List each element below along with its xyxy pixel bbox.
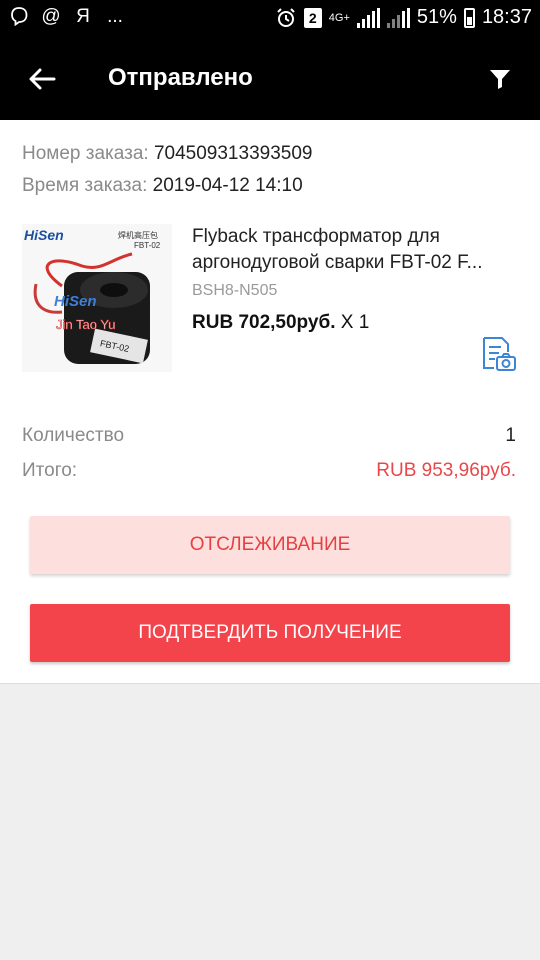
- arrow-left-icon: [29, 68, 56, 90]
- image-logo-text: HiSen: [54, 293, 97, 310]
- receipt-photo-button[interactable]: [478, 334, 518, 374]
- order-time-value: 2019-04-12 14:10: [152, 175, 303, 196]
- image-cn-text: 焊机高压包: [118, 230, 158, 240]
- order-time-label: Время заказа:: [22, 175, 153, 196]
- product-thumbnail[interactable]: HiSen 焊机高压包 FBT-02 HiSen Jin Tao Yu FBT-…: [22, 224, 172, 372]
- quantity-row: Количество 1: [22, 425, 516, 447]
- image-model-text: FBT-02: [134, 241, 161, 250]
- signal-strength-2-icon: [386, 7, 410, 28]
- order-time-row: Время заказа: 2019-04-12 14:10: [22, 175, 303, 197]
- product-price-row: RUB 702,50руб. X 1: [192, 312, 522, 334]
- order-card: Номер заказа: 704509313393509 Время зака…: [0, 120, 540, 684]
- battery-percent: 51%: [416, 6, 457, 28]
- back-button[interactable]: [22, 59, 62, 99]
- battery-icon: [463, 7, 475, 28]
- order-number-label: Номер заказа:: [22, 143, 154, 164]
- quantity-label: Количество: [22, 425, 125, 446]
- at-sign-icon: @: [41, 6, 61, 27]
- yandex-icon: Я: [76, 6, 90, 27]
- alarm-clock-icon: [275, 7, 297, 29]
- receipt-camera-icon: [483, 337, 516, 371]
- filter-icon: [490, 70, 510, 89]
- product-info: Flyback трансформатор для аргонодуговой …: [192, 224, 522, 334]
- product-photo: HiSen 焊机高压包 FBT-02 HiSen Jin Tao Yu FBT-…: [22, 224, 172, 372]
- signal-strength-icon: [356, 7, 380, 28]
- product-quantity: X 1: [340, 312, 370, 333]
- image-watermark-text: Jin Tao Yu: [56, 317, 116, 332]
- status-bar: @ Я ... 2 4G+ 51% 18:37: [0, 0, 540, 38]
- clock: 18:37: [481, 6, 532, 28]
- page-title: Отправлено: [108, 64, 253, 91]
- total-row: Итого: RUB 953,96руб.: [22, 460, 516, 482]
- notification-count-badge: 2: [303, 7, 322, 28]
- image-brand-text: HiSen: [24, 227, 64, 243]
- total-value: RUB 953,96руб.: [376, 460, 516, 481]
- product-sku: BSH8-N505: [192, 282, 278, 299]
- confirm-receipt-button[interactable]: ПОДТВЕРДИТЬ ПОЛУЧЕНИЕ: [30, 604, 510, 662]
- quantity-value: 1: [505, 425, 516, 446]
- order-number-value: 704509313393509: [153, 143, 313, 164]
- total-label: Итого:: [22, 460, 78, 481]
- track-shipment-button[interactable]: ОТСЛЕЖИВАНИЕ: [30, 516, 510, 574]
- more-notifications: ...: [107, 6, 123, 27]
- viber-icon: [8, 6, 30, 28]
- network-type-icon: 4G+: [328, 11, 350, 24]
- app-bar: Отправлено: [0, 38, 540, 120]
- order-number-row: Номер заказа: 704509313393509: [22, 143, 312, 165]
- product-price: RUB 702,50руб.: [192, 312, 336, 333]
- status-bar-left: @ Я ...: [8, 6, 126, 28]
- network-type-label: 4G+: [328, 11, 350, 24]
- product-title[interactable]: Flyback трансформатор для аргонодуговой …: [192, 224, 522, 276]
- filter-button[interactable]: [480, 59, 520, 99]
- status-bar-right: 2 4G+ 51% 18:37: [275, 6, 532, 29]
